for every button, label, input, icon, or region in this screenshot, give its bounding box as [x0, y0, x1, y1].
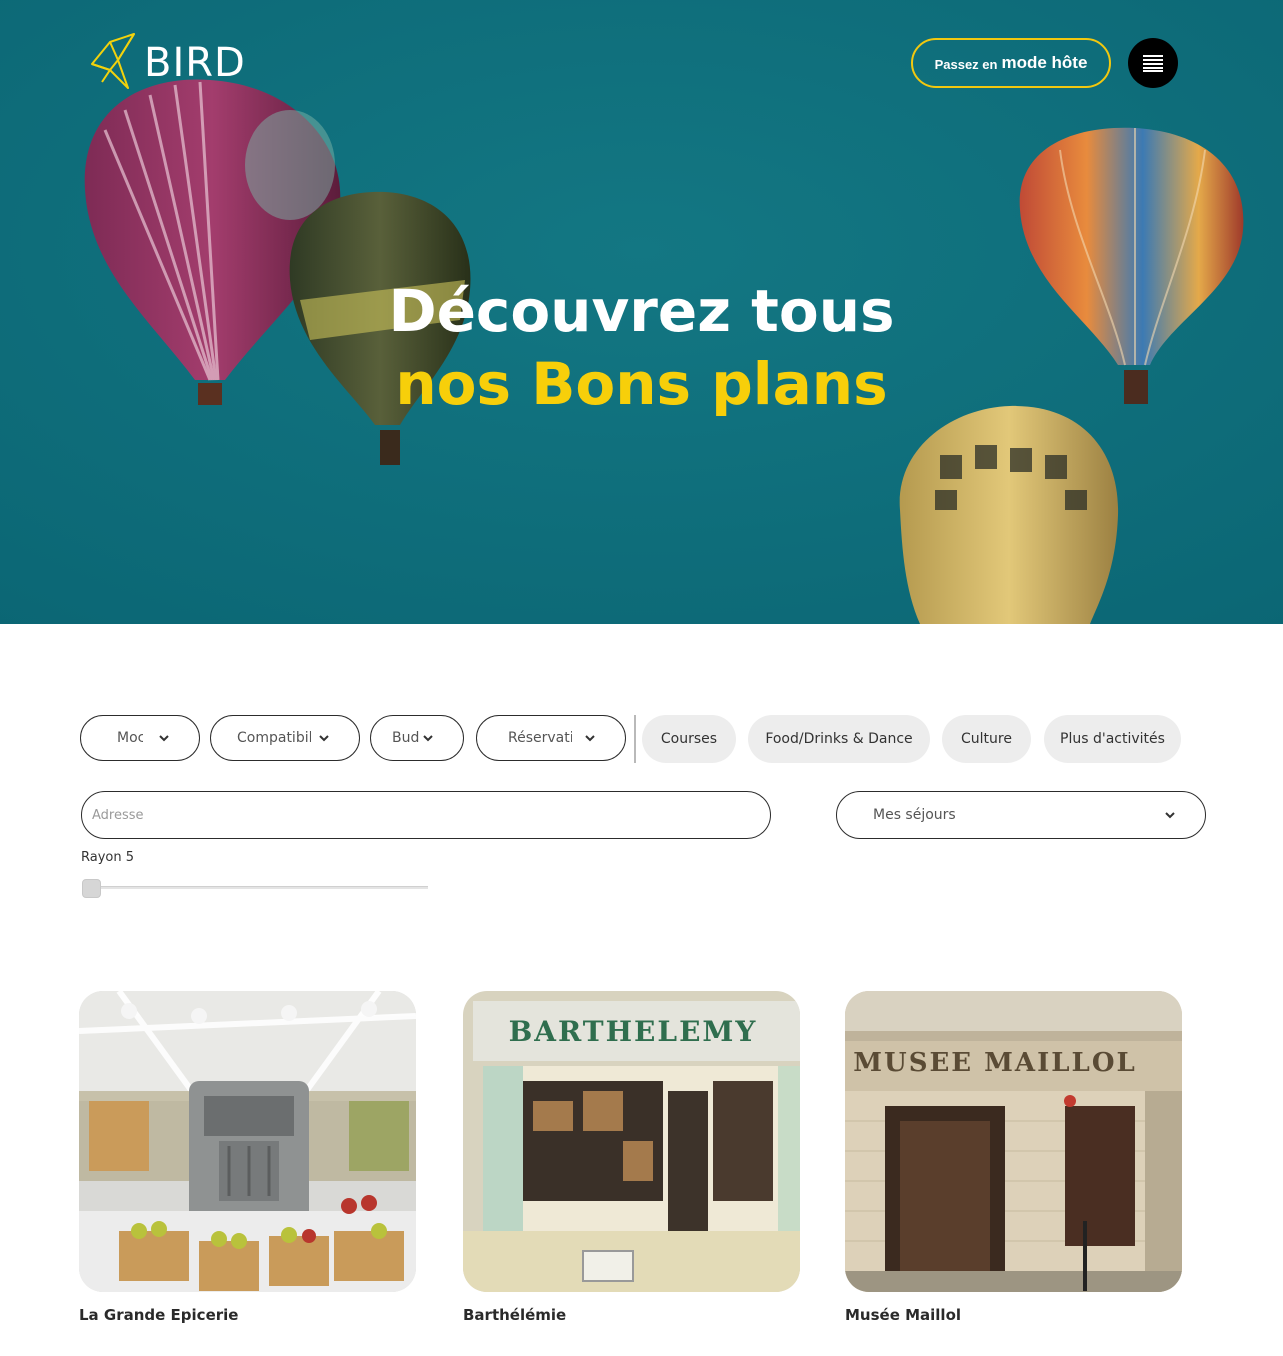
filter-separator	[634, 715, 636, 763]
budget-dropdown[interactable]: Bud	[370, 715, 464, 761]
sejours-label: Mes séjours	[873, 807, 956, 823]
chip-courses[interactable]: Courses	[642, 715, 736, 763]
hero-title-line1: Découvrez tous	[388, 277, 895, 345]
svg-text:BARTHELEMY: BARTHELEMY	[509, 1015, 758, 1048]
chip-food-label: Food/Drinks & Dance	[765, 731, 913, 747]
place-card[interactable]: La Grande Epicerie	[79, 991, 416, 1324]
svg-text:MUSEE MAILLOL: MUSEE MAILLOL	[853, 1048, 1137, 1078]
hero-title: Découvrez tous nos Bons plans	[0, 276, 1283, 422]
bird-logo[interactable]: BIRD	[88, 30, 246, 96]
barthelemy-shop-image: BARTHELEMY	[463, 991, 800, 1292]
host-button-prefix: Passez en	[934, 56, 998, 72]
place-card-image[interactable]: MUSEE MAILLOL	[845, 991, 1182, 1292]
logo-text: BIRD	[144, 40, 246, 86]
compatibility-dropdown[interactable]: Compatibili	[210, 715, 360, 761]
place-card[interactable]: MUSEE MAILLOL Musée Maillol	[845, 991, 1182, 1324]
place-card[interactable]: BARTHELEMY Barthélémie	[463, 991, 800, 1324]
chip-more-label: Plus d'activités	[1060, 731, 1165, 747]
chip-more-activities[interactable]: Plus d'activités	[1044, 715, 1181, 763]
reservation-dropdown[interactable]: Réservatio	[476, 715, 626, 761]
hero-title-line2: nos Bons plans	[395, 350, 888, 418]
menu-button[interactable]	[1128, 38, 1178, 88]
chevron-down-icon	[585, 735, 595, 742]
rayon-label: Rayon 5	[81, 850, 135, 865]
chip-culture-label: Culture	[961, 731, 1012, 747]
chevron-down-icon	[159, 735, 169, 742]
rayon-slider-track[interactable]	[91, 886, 428, 889]
place-card-title[interactable]: La Grande Epicerie	[79, 1306, 416, 1324]
chevron-down-icon	[1165, 812, 1175, 819]
chevron-down-icon	[423, 735, 433, 742]
origami-bird-icon	[91, 33, 135, 89]
place-card-title[interactable]: Musée Maillol	[845, 1306, 1182, 1324]
address-input[interactable]	[81, 791, 771, 839]
musee-maillol-image: MUSEE MAILLOL	[845, 991, 1182, 1292]
chip-food-drinks-dance[interactable]: Food/Drinks & Dance	[748, 715, 930, 763]
place-card-title[interactable]: Barthélémie	[463, 1306, 800, 1324]
place-card-image[interactable]	[79, 991, 416, 1292]
host-button-main: mode hôte	[1001, 53, 1088, 72]
menu-icon	[1143, 55, 1163, 72]
grocery-store-image	[79, 991, 416, 1292]
mode-dropdown[interactable]: Moc	[80, 715, 200, 761]
compatibility-dropdown-label: Compatibili	[237, 730, 311, 746]
reservation-dropdown-label: Réservatio	[508, 730, 572, 746]
hero-banner: BIRD Passez en mode hôte Découvrez tous …	[0, 0, 1283, 624]
place-card-image[interactable]: BARTHELEMY	[463, 991, 800, 1292]
host-mode-button[interactable]: Passez en mode hôte	[911, 38, 1111, 88]
chip-culture[interactable]: Culture	[942, 715, 1031, 763]
chevron-down-icon	[319, 735, 329, 742]
budget-dropdown-label: Bud	[392, 730, 419, 746]
rayon-slider-thumb[interactable]	[82, 879, 101, 898]
mode-dropdown-label: Moc	[117, 730, 143, 746]
sejours-dropdown[interactable]: Mes séjours	[836, 791, 1206, 839]
filter-bar: Moc Compatibili Bud Réservatio Courses F…	[80, 715, 1190, 763]
chip-courses-label: Courses	[660, 731, 718, 747]
